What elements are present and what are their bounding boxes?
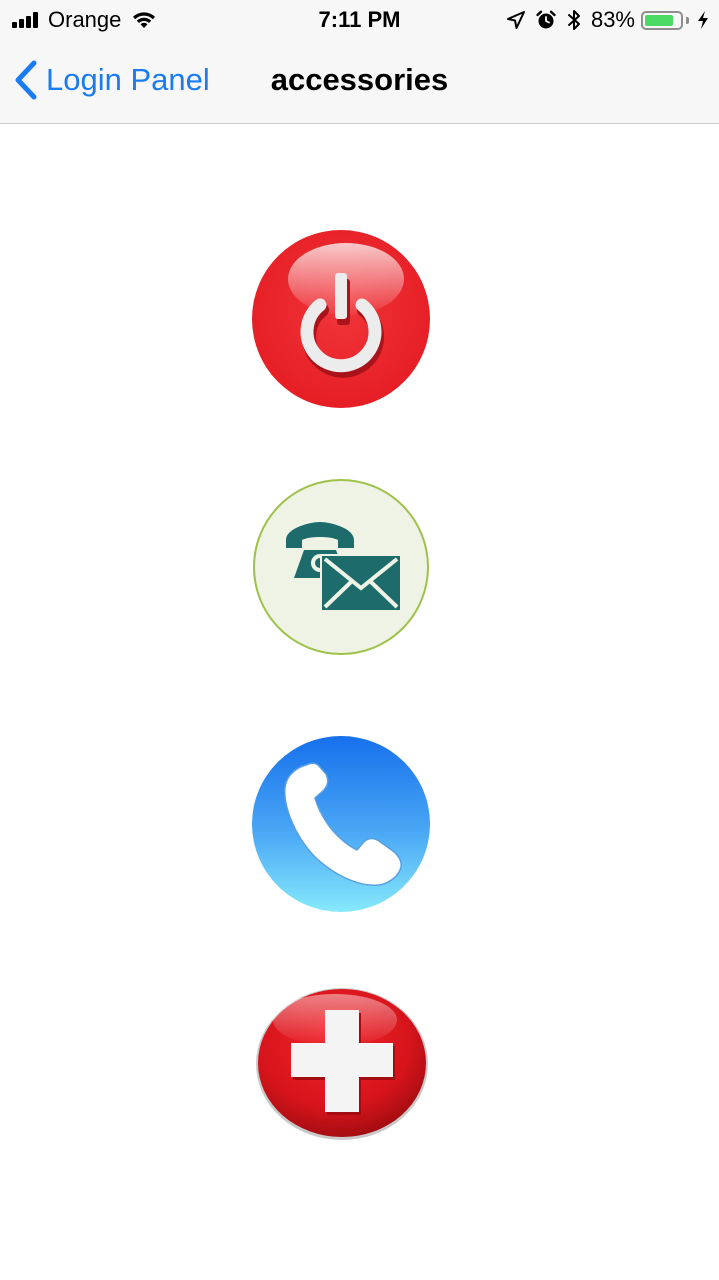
bluetooth-icon: [566, 8, 582, 32]
power-icon: [252, 230, 430, 408]
phone-mail-icon: [253, 479, 429, 655]
screen: Orange 7:11 PM 83% Login Panel accessori…: [0, 0, 719, 1280]
emergency-button[interactable]: [255, 986, 429, 1142]
alarm-icon: [535, 9, 557, 31]
location-icon: [506, 10, 526, 30]
battery-percent: 83%: [590, 7, 635, 32]
medical-cross-icon: [256, 988, 428, 1140]
power-button[interactable]: [250, 229, 432, 409]
battery-nub: [686, 16, 689, 24]
phone-icon: [252, 736, 430, 912]
status-right: 83%: [506, 6, 709, 34]
navigation-bar: Login Panel accessories: [0, 40, 719, 124]
call-button[interactable]: [251, 735, 431, 913]
status-bar: Orange 7:11 PM 83%: [0, 0, 719, 40]
page-title: accessories: [270, 62, 449, 97]
charging-icon: [697, 10, 709, 30]
battery-level-fill: [645, 14, 673, 26]
contact-button[interactable]: [250, 478, 432, 656]
battery-icon: [641, 10, 683, 30]
